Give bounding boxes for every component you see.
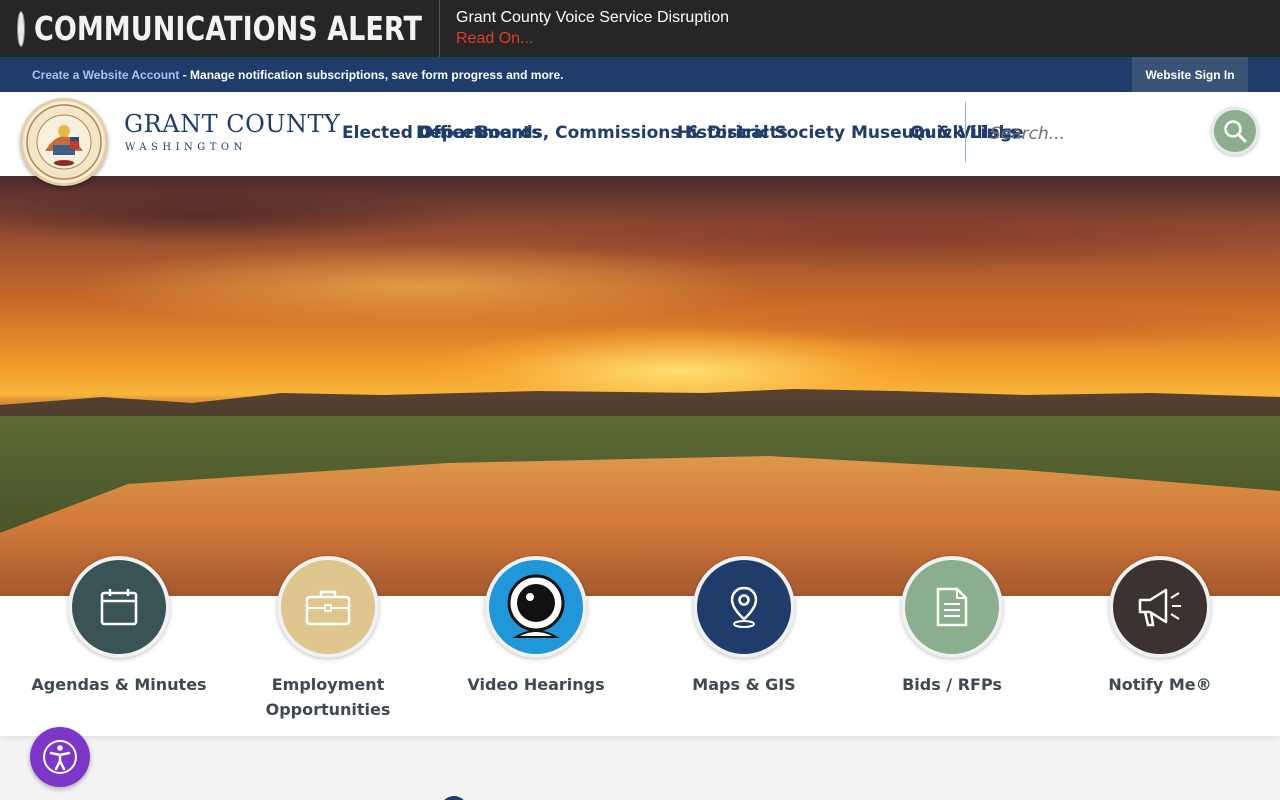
accessibility-icon <box>43 740 77 774</box>
site-logo-subtitle: WASHINGTON <box>125 142 247 153</box>
quicklink-circle[interactable] <box>901 556 1003 658</box>
quicklink-circle[interactable] <box>693 556 795 658</box>
communications-alert-bar: COMMUNICATIONS ALERT Grant County Voice … <box>0 0 1280 57</box>
map-pin-icon <box>730 586 758 628</box>
briefcase-icon <box>305 590 351 626</box>
accessibility-button[interactable] <box>30 727 90 787</box>
megaphone-icon <box>1138 588 1181 627</box>
quicklink-circle[interactable] <box>485 556 587 658</box>
quicklink-circle[interactable] <box>68 556 170 658</box>
quicklink-video-hearings[interactable]: Video Hearings <box>436 556 636 697</box>
alert-message: Grant County Voice Service Disruption Re… <box>440 9 729 48</box>
quicklink-label[interactable]: Video Hearings <box>436 672 636 697</box>
quicklink-bids-rfps[interactable]: Bids / RFPs <box>852 556 1052 697</box>
alert-title-area: COMMUNICATIONS ALERT <box>0 0 440 57</box>
document-icon <box>936 587 968 627</box>
quicklink-label[interactable]: Bids / RFPs <box>852 672 1052 697</box>
create-account-link[interactable]: Create a Website Account <box>32 68 179 82</box>
account-message: Create a Website Account - Manage notifi… <box>0 68 563 82</box>
account-description: - Manage notification subscriptions, sav… <box>179 67 564 82</box>
quicklink-label[interactable]: Maps & GIS <box>644 672 844 697</box>
search-input[interactable] <box>990 122 1190 146</box>
alert-headline[interactable]: Grant County Voice Service Disruption <box>456 9 729 27</box>
calendar-icon <box>100 589 138 626</box>
quicklink-agendas-minutes[interactable]: Agendas & Minutes <box>19 556 219 697</box>
search-button[interactable] <box>1211 107 1259 155</box>
hero-banner-image <box>0 176 1280 596</box>
quicklink-employment[interactable]: Employment Opportunities <box>228 556 428 722</box>
alert-read-on-link[interactable]: Read On... <box>456 30 729 48</box>
quicklink-label[interactable]: Agendas & Minutes <box>19 672 219 697</box>
section-icon-partial <box>440 796 468 800</box>
alert-title: COMMUNICATIONS ALERT <box>34 9 422 48</box>
quicklink-circle[interactable] <box>277 556 379 658</box>
quicklink-maps-gis[interactable]: Maps & GIS <box>644 556 844 697</box>
quicklink-label[interactable]: Employment Opportunities <box>263 672 393 722</box>
quicklink-label[interactable]: Notify Me® <box>1060 672 1260 697</box>
alert-light-icon <box>18 11 24 46</box>
quicklink-circle[interactable] <box>1109 556 1211 658</box>
webcam-icon <box>507 574 565 638</box>
sign-in-button[interactable]: Website Sign In <box>1132 57 1248 92</box>
search-icon <box>1224 120 1247 143</box>
quicklink-notify-me[interactable]: Notify Me® <box>1060 556 1260 697</box>
county-seal-logo[interactable] <box>20 98 108 186</box>
site-logo-name[interactable]: GRANT COUNTY <box>124 110 340 138</box>
site-header: GRANT COUNTY WASHINGTON Elected Offices … <box>0 92 1280 186</box>
nav-divider <box>965 102 966 162</box>
account-bar: Create a Website Account - Manage notifi… <box>0 57 1280 92</box>
